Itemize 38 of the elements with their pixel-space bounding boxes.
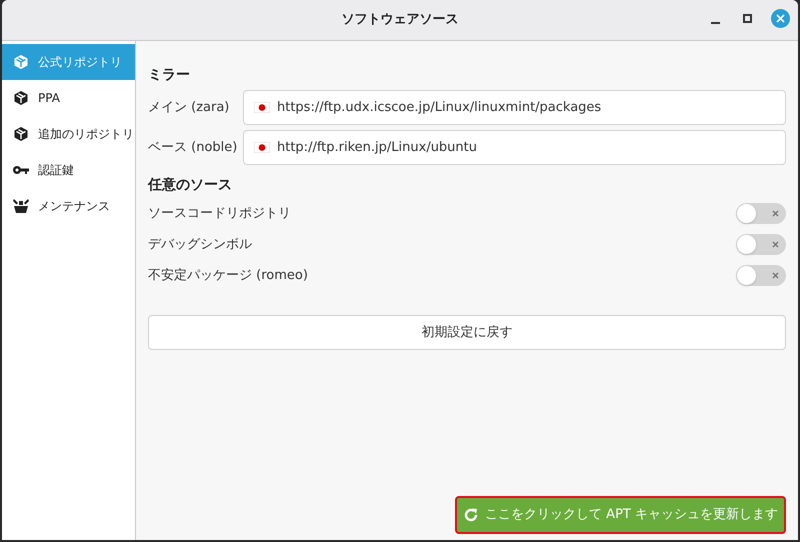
mirror-field[interactable]: https://ftp.udx.icscoe.jp/Linux/linuxmint/packages [243, 90, 786, 125]
mirror-url: https://ftp.udx.icscoe.jp/Linux/linuxmint/packages [277, 98, 602, 117]
key-icon [12, 164, 30, 176]
sidebar-label: 公式リポジトリ [38, 54, 122, 71]
sidebar-item[interactable]: PPA [2, 80, 135, 116]
package-icon [13, 90, 29, 106]
mirror-field[interactable]: http://ftp.riken.jp/Linux/ubuntu [243, 130, 786, 165]
option-label: 不安定パッケージ (romeo) [148, 266, 308, 285]
reset-button[interactable]: 初期設定に戻す [148, 315, 786, 350]
off-icon [772, 210, 779, 217]
close-icon [776, 14, 785, 23]
toggle-switch[interactable] [736, 265, 786, 286]
tools-icon [12, 198, 30, 214]
sidebar-label: メンテナンス [38, 198, 110, 215]
window-title: ソフトウェアソース [342, 11, 458, 30]
section-heading: 任意のソース [148, 176, 233, 195]
option-label: ソースコードリポジトリ [148, 204, 291, 223]
package-icon [13, 126, 29, 142]
mirror-label: ベース (noble) [148, 138, 238, 157]
section-heading: ミラー [148, 66, 191, 85]
flag-icon [254, 142, 270, 153]
toggle-switch[interactable] [736, 234, 786, 255]
flag-icon [254, 102, 270, 113]
sidebar-item[interactable]: 追加のリポジトリ [2, 116, 135, 152]
toggle-switch[interactable] [736, 203, 786, 224]
sidebar-label: 認証鍵 [38, 162, 74, 179]
off-icon [772, 241, 779, 248]
sidebar-item[interactable]: 認証鍵 [2, 152, 135, 188]
sidebar-item[interactable]: メンテナンス [2, 188, 135, 224]
sidebar-label: 追加のリポジトリ [38, 126, 134, 143]
close-button[interactable] [771, 9, 790, 28]
mirror-label: メイン (zara) [148, 98, 230, 117]
package-icon [13, 54, 29, 70]
sidebar-label: PPA [38, 90, 60, 107]
off-icon [772, 272, 779, 279]
refresh-icon [463, 507, 480, 523]
mirror-url: http://ftp.riken.jp/Linux/ubuntu [277, 138, 478, 157]
option-label: デバッグシンボル [148, 236, 252, 254]
